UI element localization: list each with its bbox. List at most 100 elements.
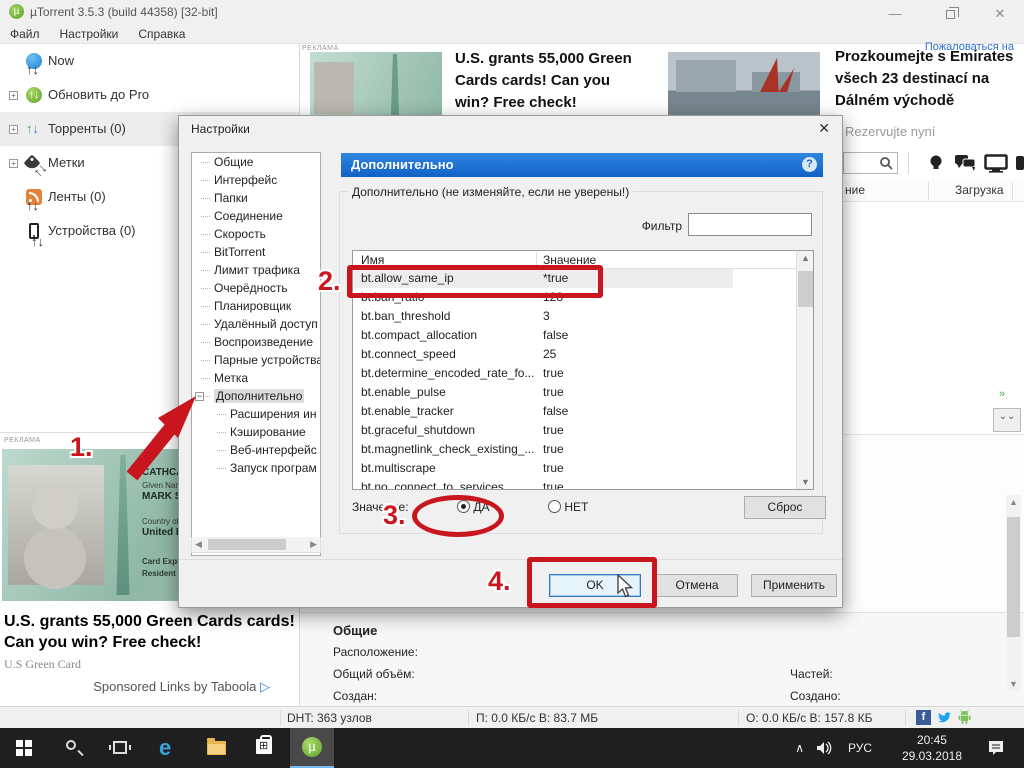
android-icon[interactable] [957, 710, 972, 725]
settings-icon[interactable] [1016, 154, 1024, 172]
expand-icon[interactable]: + [9, 125, 18, 134]
scrollbar-thumb[interactable] [208, 539, 286, 550]
settings-tree-item[interactable]: − Дополнительно [192, 387, 320, 405]
lightbulb-icon[interactable] [928, 154, 944, 172]
table-row[interactable]: bt.compact_allocation false [353, 326, 813, 345]
scrollbar-thumb[interactable] [798, 271, 813, 307]
utorrent-taskbar-icon[interactable]: µ [290, 728, 334, 768]
store-icon[interactable] [242, 728, 286, 768]
taboola-icon[interactable]: ▷ [260, 679, 270, 694]
scroll-left-icon[interactable]: ◀ [195, 539, 202, 550]
language-indicator[interactable]: РУС [848, 741, 872, 755]
settings-tree-item[interactable]: − Интерфейс [192, 171, 320, 189]
chat-icon[interactable] [954, 154, 976, 172]
settings-tree-item[interactable]: − Очерёдность [192, 279, 320, 297]
start-button[interactable] [2, 728, 46, 768]
speaker-icon[interactable] [817, 741, 834, 755]
column-download[interactable]: Загрузка [955, 183, 1004, 197]
upload-status: О: 0.0 КБ/с В: 157.8 КБ [746, 711, 872, 725]
table-row[interactable]: bt.magnetlink_check_existing_... true [353, 440, 813, 459]
settings-tree-item[interactable]: − Скорость [192, 225, 320, 243]
scroll-right-icon[interactable]: » [999, 388, 1005, 400]
tree-item-label: Соединение [214, 209, 283, 223]
search-input[interactable] [843, 152, 898, 174]
tray-chevron-icon[interactable]: ∧ [795, 741, 804, 755]
collapse-details-button[interactable]: ⌄⌄ [993, 408, 1021, 432]
restore-icon[interactable] [935, 6, 965, 21]
emirates-ad-cta[interactable]: Rezervujte nyní [845, 124, 935, 139]
cancel-button[interactable]: Отмена [656, 574, 738, 597]
settings-tree-item[interactable]: − Лимит трафика [192, 261, 320, 279]
table-row[interactable]: bt.graceful_shutdown true [353, 421, 813, 440]
edge-icon[interactable]: e [146, 728, 190, 768]
scroll-down-icon[interactable]: ▼ [1006, 679, 1021, 689]
scroll-up-icon[interactable]: ▲ [797, 253, 814, 263]
settings-tree-item[interactable]: − Метка [192, 369, 320, 387]
tree-item-label: Расширения ин [230, 407, 316, 421]
scroll-right-icon[interactable]: ▶ [310, 539, 317, 550]
scroll-down-icon[interactable]: ▼ [797, 477, 814, 487]
utorrent-logo-icon: µ [9, 4, 24, 19]
column-name[interactable]: ние [845, 183, 865, 197]
table-scrollbar[interactable]: ▲ ▼ [796, 251, 813, 489]
expand-icon[interactable]: + [9, 159, 18, 168]
expand-icon[interactable]: + [9, 91, 18, 100]
settings-tree-item[interactable]: − Расширения ин [192, 405, 320, 423]
apply-button[interactable]: Применить [751, 574, 837, 597]
settings-tree-item[interactable]: − Запуск програм [192, 459, 320, 477]
settings-tree-item[interactable]: − Кэширование [192, 423, 320, 441]
annotation-step-1: 1. [70, 432, 93, 463]
table-row[interactable]: bt.ban_threshold 3 [353, 307, 813, 326]
settings-tree-item[interactable]: − Общие [192, 153, 320, 171]
task-view-icon[interactable] [98, 728, 142, 768]
taskbar: e µ ∧ РУС 20:45 29.03.2018 [0, 728, 1024, 768]
setting-name: bt.magnetlink_check_existing_... [361, 440, 534, 459]
tree-item-label: Папки [214, 191, 248, 205]
table-row[interactable]: bt.enable_pulse true [353, 383, 813, 402]
settings-tree-item[interactable]: − Соединение [192, 207, 320, 225]
help-icon[interactable]: ? [802, 157, 817, 172]
green-card-ad-image[interactable] [310, 52, 442, 122]
dialog-close-icon[interactable]: ✕ [818, 120, 830, 137]
settings-tree-item[interactable]: − Воспроизведение [192, 333, 320, 351]
table-row[interactable]: bt.no_connect_to_services true [353, 478, 813, 490]
scroll-up-icon[interactable]: ▲ [1006, 497, 1021, 507]
settings-tree-item[interactable]: − Парные устройства [192, 351, 320, 369]
radio-no[interactable]: НЕТ [548, 500, 588, 514]
sidebar-item[interactable]: + ↑↓ Обновить до Pro [0, 78, 299, 112]
settings-tree-item[interactable]: − Веб-интерфейс [192, 441, 320, 459]
minimize-icon[interactable]: — [880, 6, 910, 21]
green-card-ad-headline[interactable]: U.S. grants 55,000 GreenCards cards! Can… [455, 48, 635, 114]
clock[interactable]: 20:45 29.03.2018 [902, 732, 962, 764]
dialog-title: Настройки [191, 122, 250, 136]
table-row[interactable]: bt.multiscrape true [353, 459, 813, 478]
reset-button[interactable]: Сброс [744, 496, 826, 519]
radio-unselected-icon[interactable] [548, 500, 561, 513]
tree-horizontal-scrollbar[interactable]: ◀ ▶ [191, 537, 321, 553]
filter-input[interactable] [688, 213, 812, 236]
emirates-ad-headline[interactable]: Prozkoumejte s Emiratesvšech 23 destinac… [835, 46, 1024, 112]
groupbox-label: Дополнительно (не изменяйте, если не уве… [348, 185, 633, 199]
taskbar-search-icon[interactable] [50, 728, 94, 768]
twitter-icon[interactable] [937, 710, 952, 725]
setting-name: bt.multiscrape [361, 459, 436, 478]
settings-tree-item[interactable]: − Папки [192, 189, 320, 207]
window-title: µTorrent 3.5.3 (build 44358) [32-bit] [30, 5, 218, 19]
sponsored-links-label[interactable]: Sponsored Links by Taboola [93, 679, 256, 694]
details-scrollbar[interactable]: ▲ ▼ [1006, 495, 1021, 691]
notification-icon[interactable] [988, 740, 1006, 756]
file-explorer-icon[interactable] [194, 728, 238, 768]
close-icon[interactable]: ✕ [985, 6, 1015, 22]
settings-tree-item[interactable]: − BitTorrent [192, 243, 320, 261]
scrollbar-thumb[interactable] [1007, 517, 1020, 637]
facebook-icon[interactable]: f [916, 710, 931, 725]
table-row[interactable]: bt.connect_speed 25 [353, 345, 813, 364]
settings-tree-item[interactable]: − Удалённый доступ [192, 315, 320, 333]
emirates-ad-image[interactable] [668, 52, 820, 122]
bottom-ad-headline[interactable]: U.S. grants 55,000 Green Cards cards! Ca… [4, 611, 296, 653]
setting-value: 3 [543, 307, 550, 326]
settings-tree-item[interactable]: − Планировщик [192, 297, 320, 315]
monitor-icon[interactable] [984, 154, 1008, 173]
table-row[interactable]: bt.enable_tracker false [353, 402, 813, 421]
table-row[interactable]: bt.determine_encoded_rate_fo... true [353, 364, 813, 383]
